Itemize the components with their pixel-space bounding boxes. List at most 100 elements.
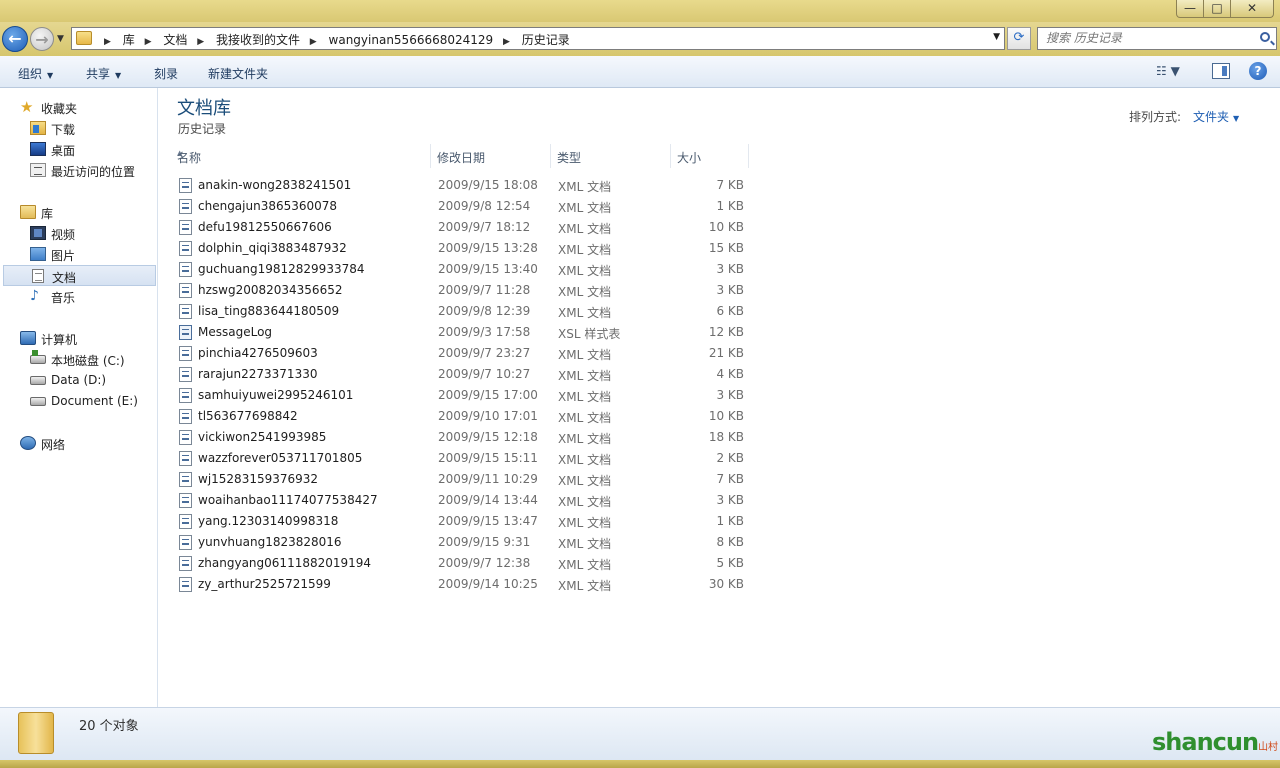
xml-file-icon (179, 346, 192, 361)
nav-label: 收藏夹 (41, 102, 78, 116)
breadcrumb-item[interactable]: 文档 (163, 33, 187, 47)
file-row[interactable]: zy_arthur2525721599 2009/9/14 10:25 XML 文档… (173, 574, 753, 595)
share-button[interactable]: 共享 ▼ (86, 65, 121, 82)
refresh-button[interactable]: ⟳ (1007, 27, 1031, 50)
file-date: 2009/9/15 13:40 (438, 262, 538, 276)
file-date: 2009/9/7 10:27 (438, 367, 531, 381)
back-button[interactable]: ← (2, 26, 28, 52)
chevron-right-icon[interactable]: ▶ (503, 37, 510, 47)
file-size: 10 KB (708, 409, 744, 423)
file-row[interactable]: samhuiyuwei2995246101 2009/9/15 17:00 XML … (173, 385, 753, 406)
xml-file-icon (179, 577, 192, 592)
xml-file-icon (179, 178, 192, 193)
search-input[interactable] (1046, 31, 1246, 45)
file-row[interactable]: wazzforever053711701805 2009/9/15 15:11 XM… (173, 448, 753, 469)
nav-label: 本地磁盘 (C:) (51, 354, 125, 368)
new-folder-button[interactable]: 新建文件夹 (208, 65, 268, 82)
file-row[interactable]: vickiwon2541993985 2009/9/15 12:18 XML 文档 1… (173, 427, 753, 448)
file-row[interactable]: yunvhuang1823828016 2009/9/15 9:31 XML 文档 8… (173, 532, 753, 553)
address-bar[interactable]: ▶ 库 ▶ 文档 ▶ 我接收到的文件 ▶ wangyinan5566668024… (71, 27, 1005, 50)
chevron-right-icon[interactable]: ▶ (104, 37, 111, 47)
file-size: 1 KB (716, 199, 744, 213)
breadcrumb-item[interactable]: wangyinan5566668024129 (329, 33, 494, 47)
breadcrumb-item[interactable]: 库 (123, 33, 135, 47)
watermark-main: shancun (1152, 728, 1259, 756)
item-count: 20 个对象 (79, 719, 139, 734)
organize-button[interactable]: 组织 ▼ (18, 65, 53, 82)
file-row[interactable]: woaihanbao11174077538427 2009/9/14 13:44 X… (173, 490, 753, 511)
system-drive-icon (30, 350, 46, 364)
address-dropdown-icon[interactable]: ▼ (993, 32, 1000, 42)
forward-button[interactable]: → (30, 27, 54, 51)
file-type: XML 文档 (558, 222, 612, 236)
nav-item-documents[interactable]: 文档 (3, 265, 156, 286)
breadcrumb-item[interactable]: 历史记录 (522, 33, 570, 47)
column-header-label: 名称 (177, 151, 202, 165)
search-icon[interactable] (1260, 32, 1270, 42)
file-row[interactable]: hzswg20082034356652 2009/9/7 11:28 XML 文档 3… (173, 280, 753, 301)
drive-icon (30, 376, 46, 385)
minimize-button[interactable]: — (1176, 0, 1204, 18)
nav-label: 网络 (41, 438, 66, 452)
column-header-type[interactable]: 类型 (553, 144, 671, 168)
file-type: XML 文档 (558, 516, 612, 530)
burn-button[interactable]: 刻录 (154, 65, 178, 82)
file-size: 2 KB (716, 451, 744, 465)
folder-icon (18, 712, 54, 754)
file-name: wj15283159376932 (198, 472, 319, 486)
search-box[interactable] (1037, 27, 1277, 50)
file-date: 2009/9/10 17:01 (438, 409, 538, 423)
change-view-button[interactable]: ☷ ▼ (1156, 64, 1192, 80)
file-type: XML 文档 (558, 558, 612, 572)
close-button[interactable]: ✕ (1230, 0, 1274, 18)
column-header-name[interactable]: ▲ 名称 (173, 144, 431, 168)
preview-pane-icon[interactable] (1212, 63, 1230, 79)
chevron-right-icon[interactable]: ▶ (145, 37, 152, 47)
nav-label: 文档 (52, 271, 77, 285)
taskbar (0, 760, 1280, 768)
file-list-pane: 文档库 历史记录 排列方式: 文件夹 ▼ ▲ 名称 修改日期 类型 大小 anak… (159, 88, 1280, 707)
column-header-size[interactable]: 大小 (673, 144, 749, 168)
file-row[interactable]: defu19812550667606 2009/9/7 18:12 XML 文档 10… (173, 217, 753, 238)
file-row[interactable]: MessageLog 2009/9/3 17:58 XSL 样式表 12 KB (173, 322, 753, 343)
file-row[interactable]: dolphin_qiqi3883487932 2009/9/15 13:28 XML… (173, 238, 753, 259)
file-date: 2009/9/15 18:08 (438, 178, 538, 192)
music-note-icon: ♪ (30, 288, 39, 304)
xml-file-icon (179, 283, 192, 298)
chevron-right-icon[interactable]: ▶ (197, 37, 204, 47)
xml-file-icon (179, 472, 192, 487)
file-name: yunvhuang1823828016 (198, 535, 342, 549)
file-type: XML 文档 (558, 306, 612, 320)
maximize-button[interactable]: □ (1203, 0, 1231, 18)
file-row[interactable]: tl563677698842 2009/9/10 17:01 XML 文档 10 KB (173, 406, 753, 427)
xml-file-icon (179, 556, 192, 571)
xml-file-icon (179, 367, 192, 382)
file-name: guchuang19812829933784 (198, 262, 365, 276)
file-row[interactable]: anakin-wong2838241501 2009/9/15 18:08 XML … (173, 175, 753, 196)
xml-file-icon (179, 262, 192, 277)
column-header-date[interactable]: 修改日期 (433, 144, 551, 168)
column-header-label: 大小 (677, 151, 702, 165)
file-name: hzswg20082034356652 (198, 283, 343, 297)
help-icon[interactable]: ? (1249, 62, 1267, 80)
file-row[interactable]: chengajun3865360078 2009/9/8 12:54 XML 文档 1… (173, 196, 753, 217)
arrange-by-dropdown[interactable]: 文件夹 ▼ (1193, 108, 1239, 125)
file-type: XML 文档 (558, 369, 612, 383)
desktop-icon (30, 142, 46, 156)
chevron-right-icon[interactable]: ▶ (310, 37, 317, 47)
file-row[interactable]: pinchia4276509603 2009/9/7 23:27 XML 文档 21 … (173, 343, 753, 364)
file-name: dolphin_qiqi3883487932 (198, 241, 347, 255)
file-date: 2009/9/14 10:25 (438, 577, 538, 591)
file-row[interactable]: yang.12303140998318 2009/9/15 13:47 XML 文档… (173, 511, 753, 532)
breadcrumb-item[interactable]: 我接收到的文件 (216, 33, 300, 47)
file-row[interactable]: wj15283159376932 2009/9/11 10:29 XML 文档 7 K… (173, 469, 753, 490)
column-header-label: 修改日期 (437, 151, 486, 165)
file-row[interactable]: lisa_ting883644180509 2009/9/8 12:39 XML 文… (173, 301, 753, 322)
file-row[interactable]: guchuang19812829933784 2009/9/15 13:40 XML… (173, 259, 753, 280)
file-row[interactable]: rarajun2273371330 2009/9/7 10:27 XML 文档 4 K… (173, 364, 753, 385)
downloads-folder-icon (30, 121, 46, 135)
recent-pages-dropdown[interactable]: ▼ (57, 34, 64, 44)
file-date: 2009/9/15 13:28 (438, 241, 538, 255)
file-row[interactable]: zhangyang06111882019194 2009/9/7 12:38 XML… (173, 553, 753, 574)
navigation-pane: ★ 收藏夹 下载 桌面 最近访问的位置 库 视频 图片 文档 ♪ 音乐 计算机 … (0, 88, 158, 707)
